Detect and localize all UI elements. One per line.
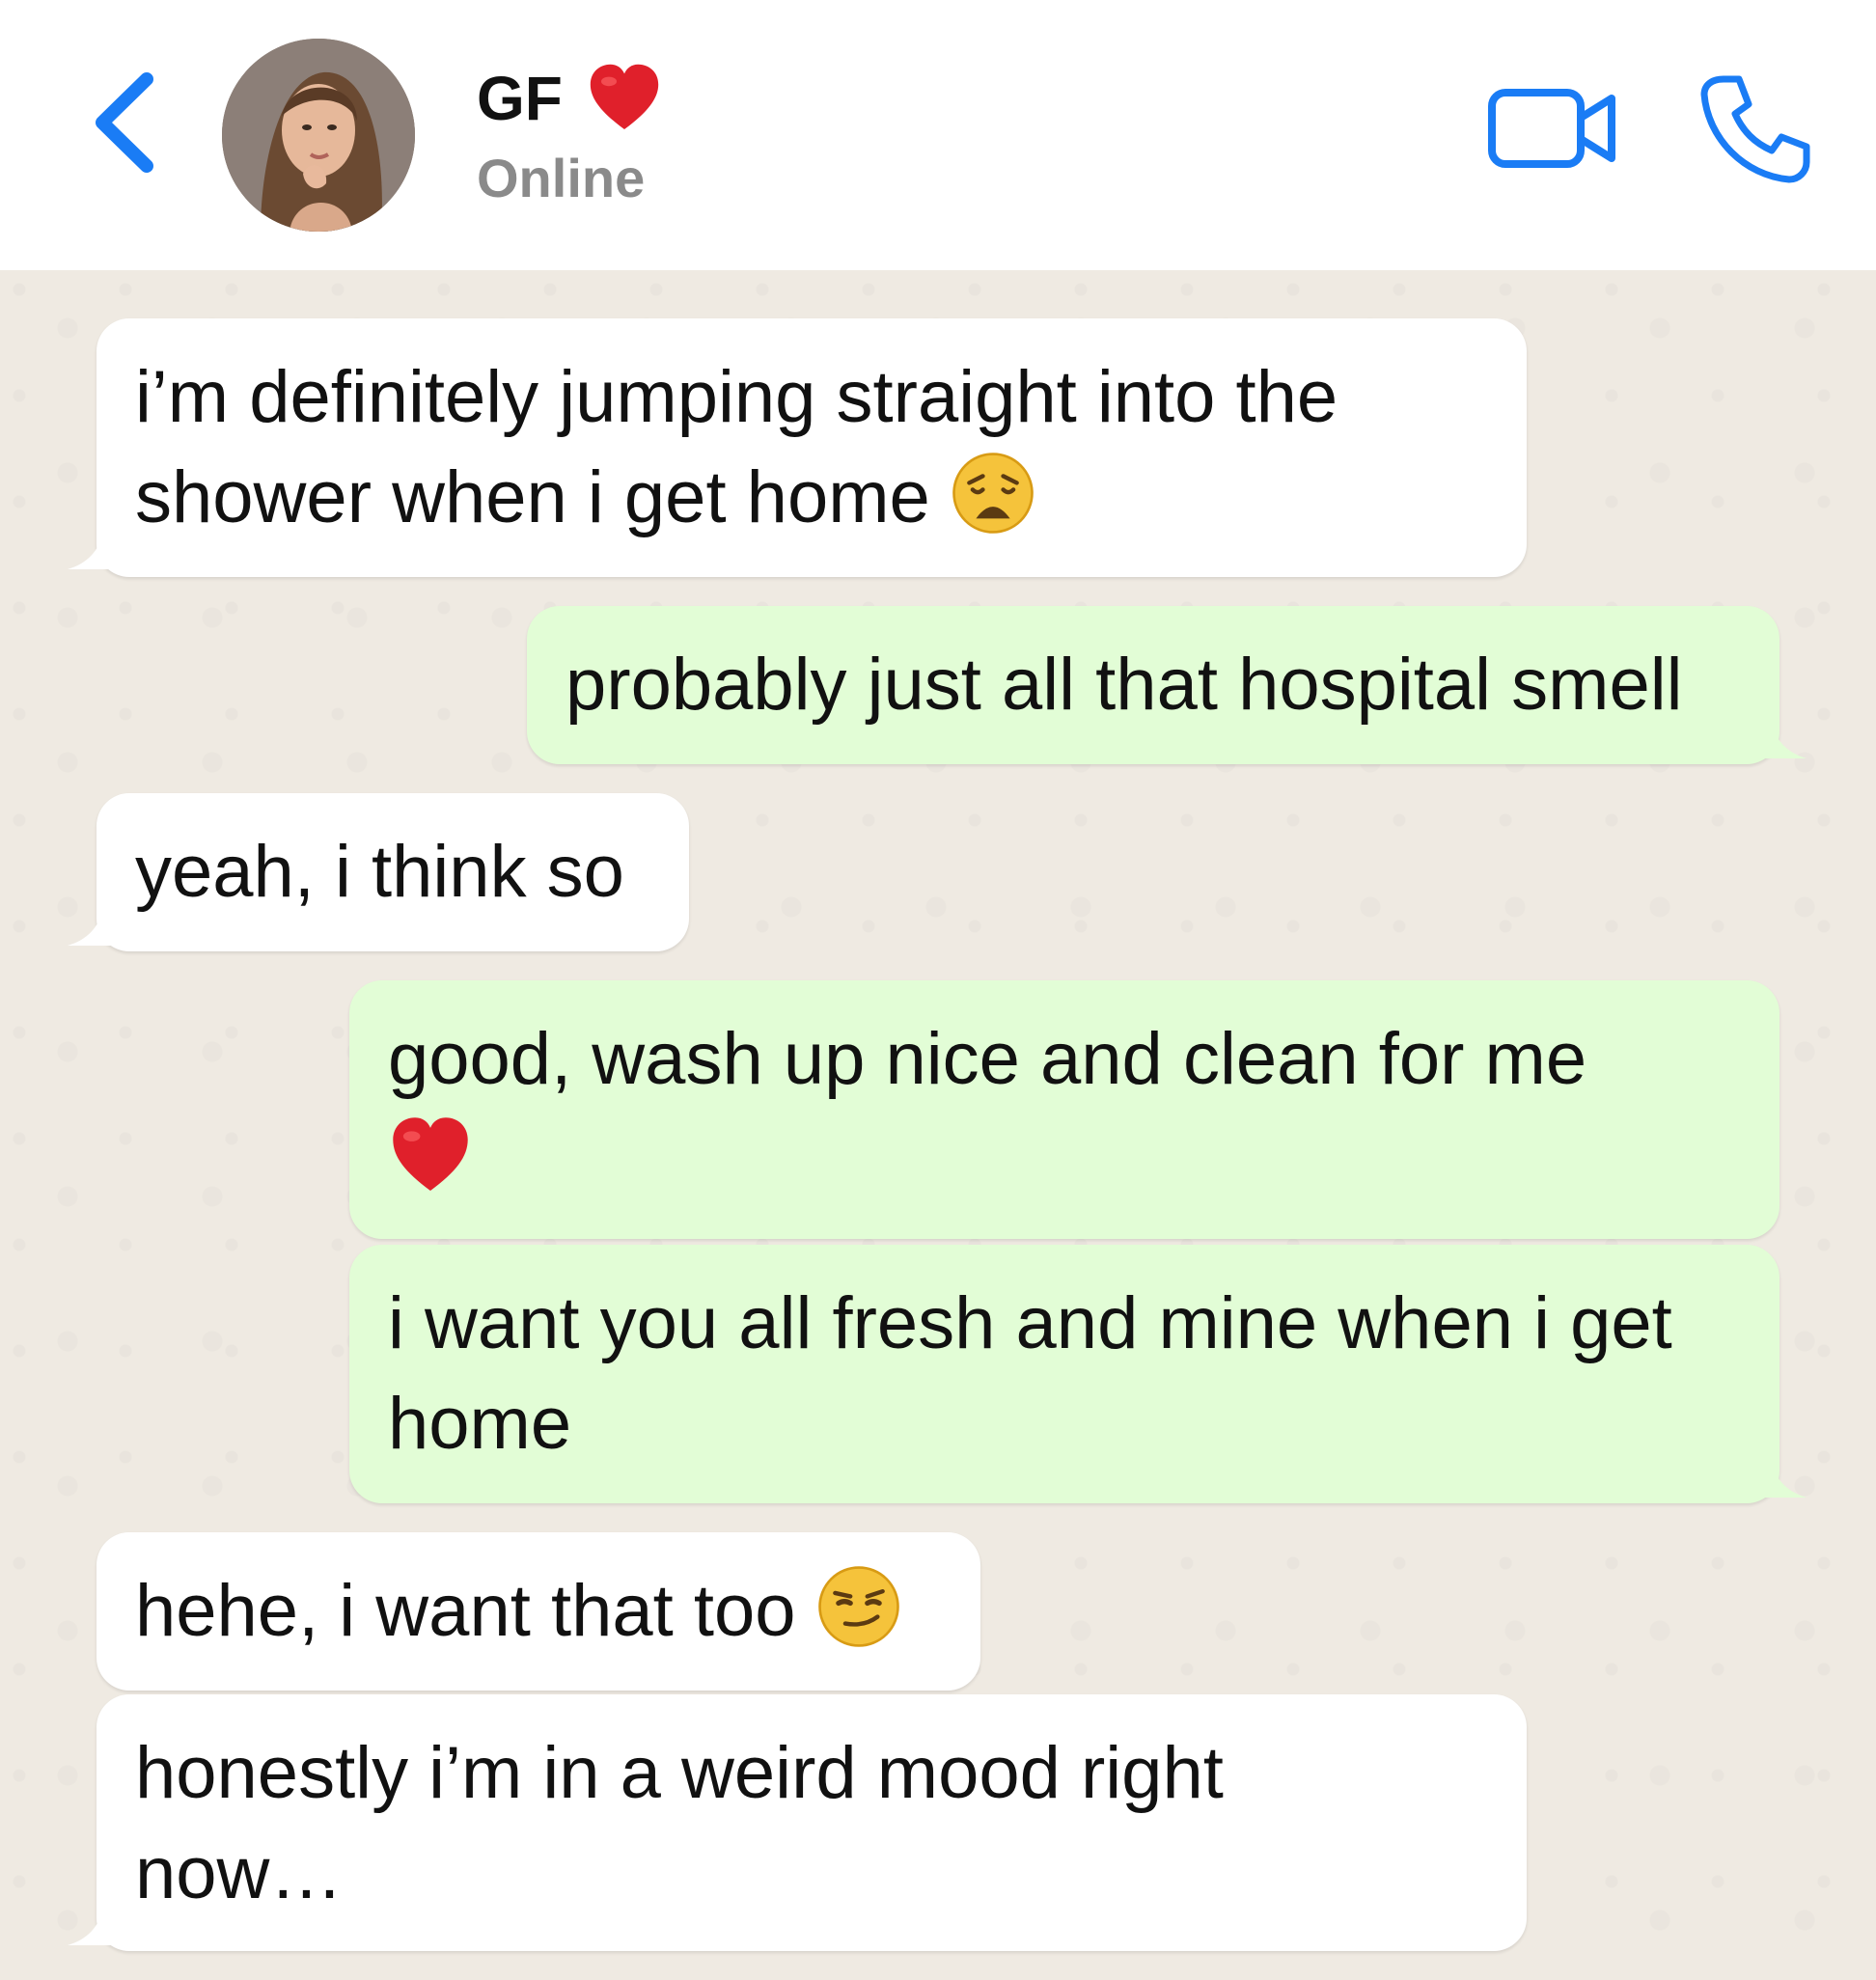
avatar-photo [222,39,415,232]
bubble-tail [68,1907,116,1945]
message-bubble-outgoing[interactable]: good, wash up nice and clean for me [349,980,1779,1239]
message-text: hehe, i want that too [135,1561,942,1662]
red-heart-emoji [393,1117,468,1191]
message-bubble-incoming[interactable]: hehe, i want that too [97,1532,980,1691]
smirking-face-emoji [817,1566,899,1647]
message-bubble-outgoing[interactable]: i want you all fresh and mine when i get… [349,1245,1779,1503]
contact-name-text: GF [477,64,563,133]
chat-header: GF Online [0,0,1876,270]
back-button[interactable] [89,69,166,176]
chevron-left-icon [96,72,153,173]
contact-name[interactable]: GF [477,60,663,137]
message-text: probably just all that hospital smell [566,644,1683,726]
weary-face-emoji [952,453,1034,534]
voice-call-button[interactable] [1697,71,1812,187]
message-text-part: hehe, i want that too [135,1570,796,1652]
message-text: shower when i get home [135,448,1488,548]
red-heart-icon [590,64,659,129]
online-status: Online [477,148,646,208]
bubble-tail [68,907,116,946]
video-call-button[interactable] [1486,79,1621,176]
message-text: now… [135,1832,344,1914]
bubble-tail [1758,720,1807,758]
message-bubble-incoming[interactable]: honestly i’m in a weird mood right now… [97,1694,1527,1951]
avatar[interactable] [222,39,415,232]
message-bubble-outgoing[interactable]: probably just all that hospital smell [527,606,1779,764]
message-emoji-line [388,1110,1741,1210]
bubble-tail [68,531,116,569]
message-text-part: shower when i get home [135,456,930,538]
message-text: yeah, i think so [135,831,624,913]
message-text: i’m definitely jumping straight into the [135,356,1338,438]
message-text: home [388,1383,572,1465]
chat-area[interactable]: i’m definitely jumping straight into the… [0,270,1876,1980]
message-bubble-incoming[interactable]: yeah, i think so [97,793,689,951]
message-text: i want you all fresh and mine when i get [388,1282,1672,1364]
message-text: good, wash up nice and clean for me [388,1018,1587,1100]
video-camera-icon [1488,89,1615,168]
bubble-tail [1758,1459,1807,1498]
phone-icon [1700,75,1810,183]
message-bubble-incoming[interactable]: i’m definitely jumping straight into the… [97,318,1527,577]
message-text: honestly i’m in a weird mood right [135,1732,1224,1814]
